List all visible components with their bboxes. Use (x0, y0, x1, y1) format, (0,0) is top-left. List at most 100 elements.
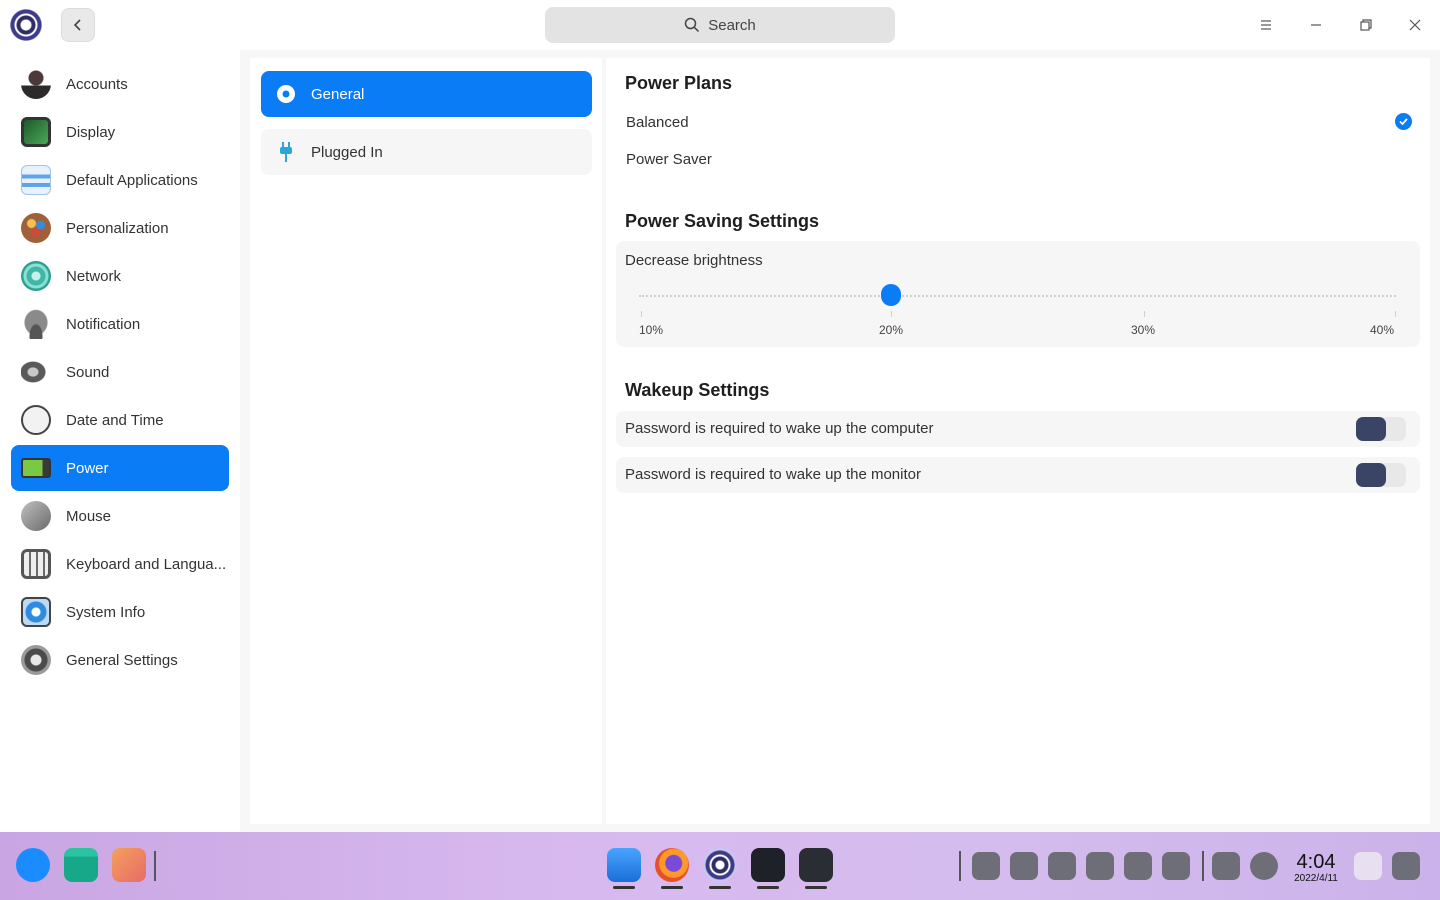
plug-icon (275, 141, 297, 163)
workspace-icon[interactable] (112, 848, 146, 882)
volume-icon[interactable] (1086, 852, 1114, 880)
slider-tick (1395, 311, 1396, 317)
sidebar-item-date-and-time[interactable]: Date and Time (11, 397, 229, 443)
wakeup-monitor-toggle[interactable] (1356, 463, 1406, 487)
gear-icon (275, 83, 297, 105)
close-button[interactable] (1402, 12, 1428, 38)
sidebar-item-notification[interactable]: Notification (11, 301, 229, 347)
general-settings-icon (21, 645, 51, 675)
sidebar-item-accounts[interactable]: Accounts (11, 61, 229, 107)
keyboard-icon (21, 549, 51, 579)
accounts-icon (21, 69, 51, 99)
power-icon[interactable] (1250, 852, 1278, 880)
power-plans-heading: Power Plans (625, 73, 733, 93)
plan-option-balanced[interactable]: Balanced (626, 114, 689, 131)
taskbar-clock[interactable]: 4:04 2022/4/11 (1288, 851, 1344, 885)
taskbar-divider (1202, 851, 1204, 881)
decrease-brightness-label: Decrease brightness (625, 252, 763, 269)
taskbar: 4:04 2022/4/11 (0, 832, 1440, 900)
minimize-button[interactable] (1303, 12, 1329, 38)
chevron-right-icon[interactable] (1162, 852, 1190, 880)
sidebar-item-display[interactable]: Display (11, 109, 229, 155)
power-general-content: Power Plans Balanced Power Saver Power S… (606, 58, 1430, 824)
tab-label: General (311, 85, 365, 103)
sidebar-item-label: Display (66, 123, 116, 141)
wakeup-monitor-label: Password is required to wake up the moni… (625, 466, 921, 483)
brightness-slider-track[interactable] (639, 295, 1396, 297)
control-center-icon[interactable] (703, 848, 737, 882)
screen-icon[interactable] (1010, 852, 1038, 880)
running-indicator (661, 886, 683, 889)
sidebar-item-label: Keyboard and Langua... (66, 555, 227, 573)
onscreen-keyboard-icon[interactable] (1212, 852, 1240, 880)
toggle-knob (1356, 417, 1386, 441)
default-applications-icon (21, 165, 51, 195)
clock-icon (21, 405, 51, 435)
slider-tick (891, 311, 892, 317)
pen-icon[interactable] (1124, 852, 1152, 880)
tick-label-20: 20% (879, 323, 904, 337)
notification-icon (21, 309, 51, 339)
terminal-quake-icon[interactable] (799, 848, 833, 882)
power-saving-heading: Power Saving Settings (625, 211, 820, 231)
running-indicator (757, 886, 779, 889)
sidebar-item-personalization[interactable]: Personalization (11, 205, 229, 251)
hamburger-menu-icon (1261, 20, 1271, 30)
terminal-icon[interactable] (751, 848, 785, 882)
system-info-icon (21, 597, 51, 627)
power-sections-panel: General Plugged In (250, 58, 602, 824)
sidebar-item-label: Date and Time (66, 411, 164, 429)
launcher-icon[interactable] (16, 848, 50, 882)
tick-label-10: 10% (639, 323, 664, 337)
sidebar-item-general-settings[interactable]: General Settings (11, 637, 229, 683)
multitasking-icon[interactable] (64, 848, 98, 882)
running-indicator (613, 886, 635, 889)
keyboard-icon[interactable] (1048, 852, 1076, 880)
back-button[interactable] (61, 8, 95, 42)
sidebar-item-power[interactable]: Power (11, 445, 229, 491)
sidebar-item-sound[interactable]: Sound (11, 349, 229, 395)
control-center-logo-icon (10, 9, 42, 41)
search-placeholder: Search (708, 16, 756, 34)
toggle-knob (1356, 463, 1386, 487)
sound-icon (21, 357, 51, 387)
taskbar-divider (959, 851, 961, 881)
sidebar-item-network[interactable]: Network (11, 253, 229, 299)
sidebar-item-mouse[interactable]: Mouse (11, 493, 229, 539)
brightness-slider-handle[interactable] (881, 284, 901, 306)
tick-label-40: 40% (1370, 323, 1395, 337)
tray-app-icon[interactable] (972, 852, 1000, 880)
firefox-icon[interactable] (655, 848, 689, 882)
wakeup-computer-toggle[interactable] (1356, 417, 1406, 441)
display-icon (21, 117, 51, 147)
running-indicator (709, 886, 731, 889)
wakeup-monitor-row: Password is required to wake up the moni… (616, 457, 1420, 493)
sidebar-item-label: System Info (66, 603, 146, 621)
close-icon (1409, 19, 1421, 31)
search-icon (684, 17, 700, 33)
app-store-icon[interactable] (607, 848, 641, 882)
sidebar-item-system-info[interactable]: System Info (11, 589, 229, 635)
maximize-button[interactable] (1353, 12, 1379, 38)
menu-button[interactable] (1253, 12, 1279, 38)
battery-icon (21, 458, 51, 478)
sidebar-item-label: Mouse (66, 507, 112, 525)
tab-label: Plugged In (311, 143, 383, 161)
slider-tick (641, 311, 642, 317)
trash-icon[interactable] (1354, 852, 1382, 880)
plan-option-power-saver[interactable]: Power Saver (626, 151, 712, 168)
sidebar-item-default-applications[interactable]: Default Applications (11, 157, 229, 203)
search-input[interactable]: Search (545, 7, 895, 43)
tab-plugged-in[interactable]: Plugged In (261, 129, 592, 175)
sidebar-item-label: Notification (66, 315, 141, 333)
title-bar: Search (0, 0, 1440, 50)
sidebar-item-label: Default Applications (66, 171, 198, 189)
taskbar-divider (154, 851, 156, 881)
sidebar-item-keyboard-and-language[interactable]: Keyboard and Langua... (11, 541, 229, 587)
sidebar-item-label: Personalization (66, 219, 169, 237)
settings-sidebar: Accounts Display Default Applications Pe… (0, 50, 240, 832)
personalization-icon (21, 213, 51, 243)
mouse-icon (21, 501, 51, 531)
notification-bell-icon[interactable] (1392, 852, 1420, 880)
tab-general[interactable]: General (261, 71, 592, 117)
